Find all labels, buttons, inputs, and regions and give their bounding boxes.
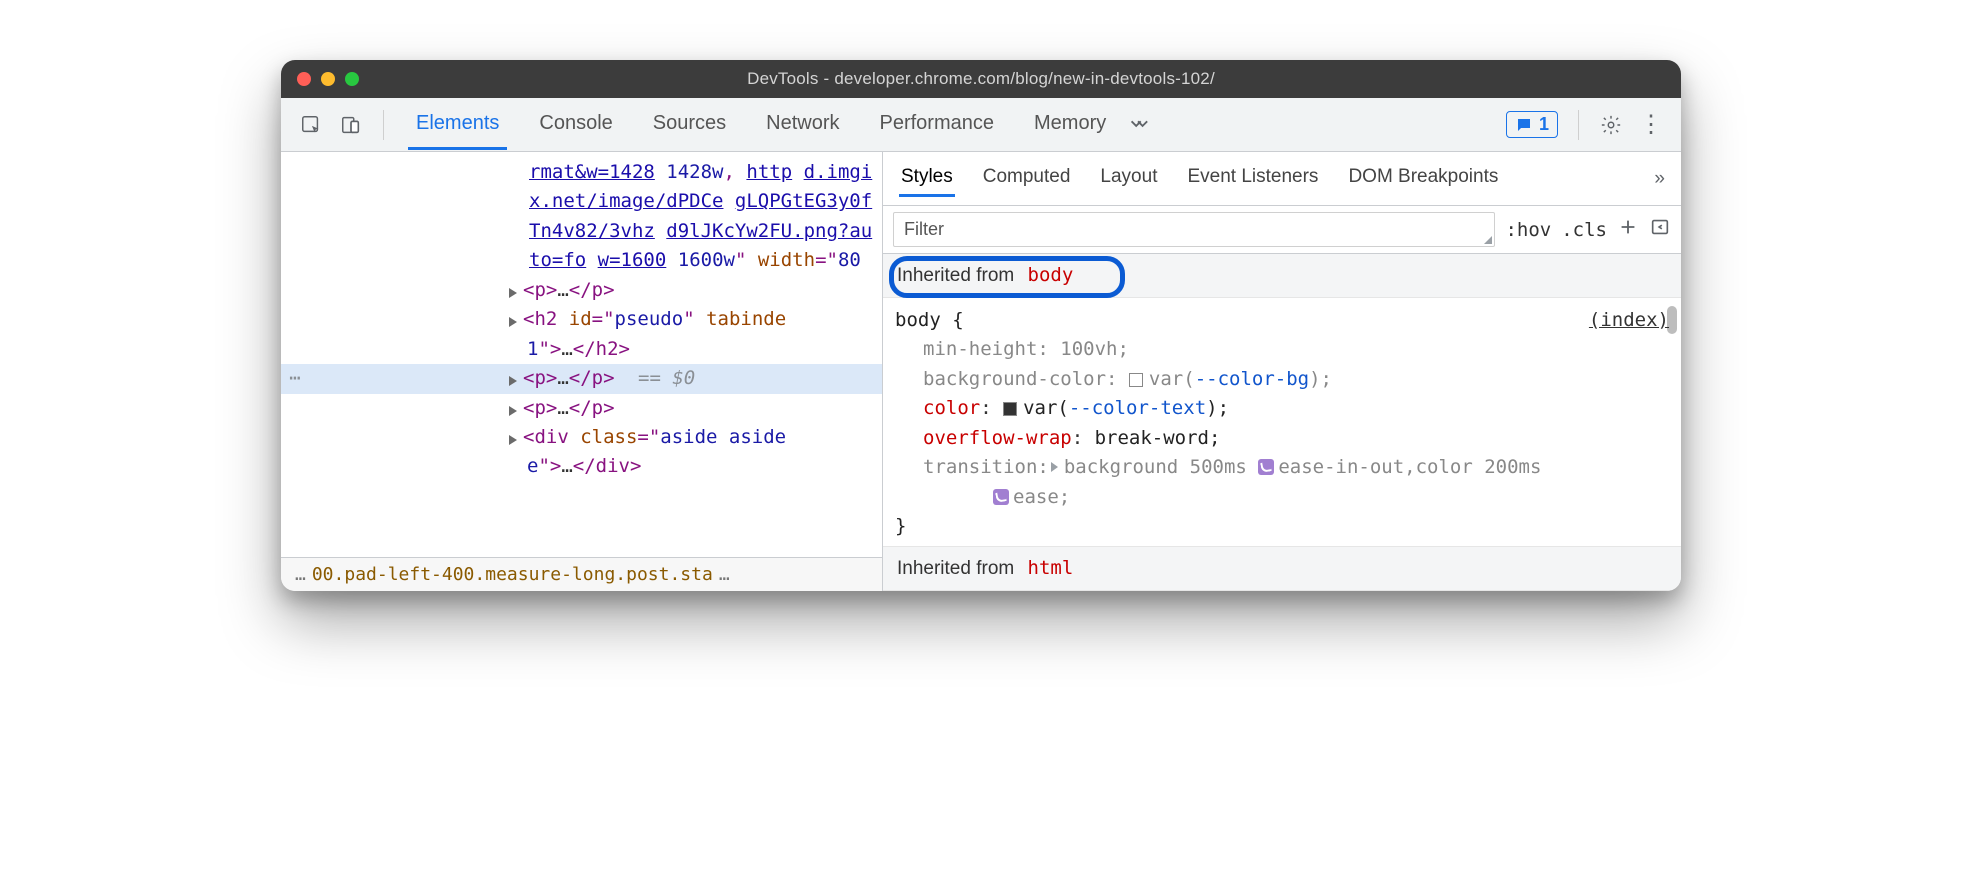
more-subtabs-chevron-icon[interactable]: » (1654, 168, 1665, 190)
inherited-tag: body (1028, 264, 1074, 286)
tab-sources[interactable]: Sources (645, 100, 734, 150)
expand-triangle-icon[interactable] (509, 376, 517, 386)
expand-triangle-icon[interactable] (509, 317, 517, 327)
inherited-from-body-header[interactable]: Inherited from body (883, 254, 1681, 298)
device-toolbar-icon[interactable] (337, 111, 365, 139)
devtools-window: DevTools - developer.chrome.com/blog/new… (281, 60, 1681, 591)
inherited-label: Inherited from (897, 265, 1014, 286)
hov-toggle[interactable]: :hov (1505, 219, 1551, 241)
window-controls (281, 72, 359, 86)
expand-triangle-icon[interactable] (509, 435, 517, 445)
breadcrumb[interactable]: … 00.pad-left-400.measure-long.post.sta … (281, 557, 882, 591)
zoom-window-button[interactable] (345, 72, 359, 86)
rule-selector[interactable]: body { (895, 306, 1669, 335)
expand-shorthand-icon[interactable] (1051, 462, 1058, 472)
inspect-element-icon[interactable] (297, 111, 325, 139)
settings-gear-icon[interactable] (1597, 111, 1625, 139)
rule-source-link[interactable]: (index) (1589, 306, 1669, 335)
crumb-path[interactable]: 00.pad-left-400.measure-long.post.sta (312, 564, 713, 585)
tab-elements[interactable]: Elements (408, 100, 507, 150)
decl-transition[interactable]: transition:background 500ms ease-in-out,… (895, 453, 1669, 512)
bezier-editor-icon[interactable] (993, 489, 1009, 505)
decl-min-height[interactable]: min-height: 100vh; (895, 335, 1669, 364)
bezier-editor-icon[interactable] (1258, 459, 1274, 475)
dom-node-selected[interactable]: ⋯ <p>…</p> == $0 (281, 364, 882, 393)
rule-close-brace: } (895, 512, 1669, 541)
crumb-ellipsis-right[interactable]: … (719, 564, 730, 585)
dom-node-p[interactable]: <p>…</p> (309, 394, 874, 423)
color-swatch-icon[interactable] (1003, 402, 1017, 416)
new-style-rule-icon[interactable] (1617, 216, 1639, 243)
toggle-sidebar-icon[interactable] (1649, 216, 1671, 243)
sidebar-tabs: Styles Computed Layout Event Listeners D… (883, 152, 1681, 206)
main-toolbar: Elements Console Sources Network Perform… (281, 98, 1681, 152)
inherited-from-html-header[interactable]: Inherited from html (883, 546, 1681, 591)
subtab-dom-breakpoints[interactable]: DOM Breakpoints (1346, 160, 1500, 197)
styles-toolbar: Filter :hov .cls (883, 206, 1681, 254)
inherited-label: Inherited from (897, 558, 1014, 579)
dom-tree[interactable]: rmat&w=1428 1428w, http d.imgix.net/imag… (281, 152, 882, 557)
expand-triangle-icon[interactable] (509, 406, 517, 416)
close-window-button[interactable] (297, 72, 311, 86)
dom-node-h2[interactable]: <h2 id="pseudo" tabinde 1">…</h2> (309, 305, 874, 364)
kebab-menu-icon[interactable]: ⋮ (1637, 111, 1665, 139)
minimize-window-button[interactable] (321, 72, 335, 86)
tab-performance[interactable]: Performance (872, 100, 1003, 150)
dom-attr-continuation[interactable]: rmat&w=1428 1428w, http d.imgix.net/imag… (309, 158, 874, 276)
separator (1578, 110, 1579, 140)
styles-pane: Styles Computed Layout Event Listeners D… (883, 152, 1681, 591)
inherited-tag: html (1028, 557, 1074, 579)
dom-node-div[interactable]: <div class="aside aside e">…</div> (309, 423, 874, 482)
issues-count: 1 (1539, 114, 1549, 135)
window-title: DevTools - developer.chrome.com/blog/new… (281, 69, 1681, 89)
selected-marker: == $0 (638, 367, 695, 389)
tab-console[interactable]: Console (531, 100, 620, 150)
crumb-ellipsis-left[interactable]: … (295, 564, 306, 585)
elements-panel: rmat&w=1428 1428w, http d.imgix.net/imag… (281, 152, 883, 591)
subtab-layout[interactable]: Layout (1098, 160, 1159, 197)
more-tabs-chevron-icon[interactable] (1124, 111, 1152, 139)
subtab-styles[interactable]: Styles (899, 160, 955, 197)
decl-overflow-wrap[interactable]: overflow-wrap: break-word; (895, 424, 1669, 453)
decl-background-color[interactable]: background-color: var(--color-bg); (895, 365, 1669, 394)
styles-filter-input[interactable]: Filter (893, 212, 1495, 247)
row-overflow-icon[interactable]: ⋯ (281, 364, 309, 393)
dom-node-p[interactable]: <p>…</p> (309, 276, 874, 305)
issues-badge[interactable]: 1 (1506, 111, 1558, 138)
separator (383, 110, 384, 140)
titlebar: DevTools - developer.chrome.com/blog/new… (281, 60, 1681, 98)
css-rule[interactable]: (index) body { min-height: 100vh; backgr… (883, 298, 1681, 546)
expand-triangle-icon[interactable] (509, 288, 517, 298)
subtab-computed[interactable]: Computed (981, 160, 1073, 197)
panel-tabs: Elements Console Sources Network Perform… (408, 100, 1114, 150)
tab-memory[interactable]: Memory (1026, 100, 1114, 150)
color-swatch-icon[interactable] (1129, 373, 1143, 387)
cls-toggle[interactable]: .cls (1561, 219, 1607, 241)
subtab-event-listeners[interactable]: Event Listeners (1185, 160, 1320, 197)
decl-color[interactable]: color: var(--color-text); (895, 394, 1669, 423)
tab-network[interactable]: Network (758, 100, 847, 150)
